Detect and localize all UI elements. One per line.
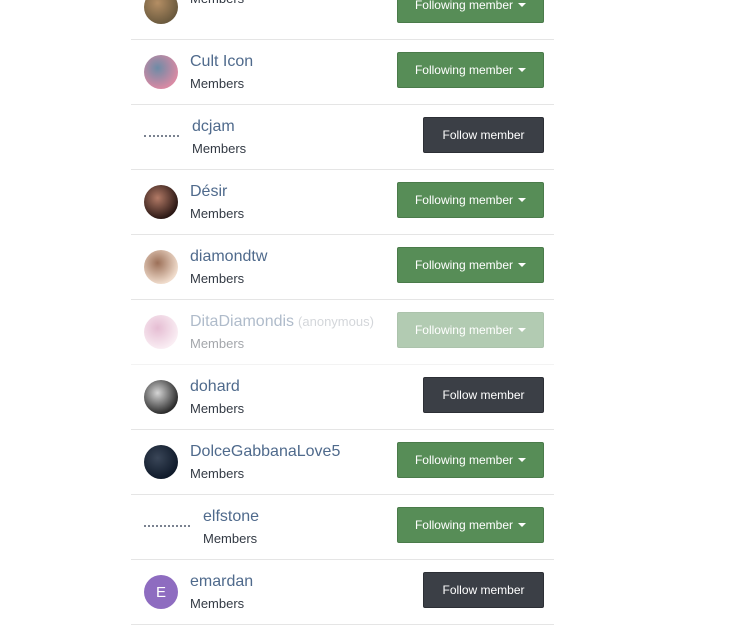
member-name-link[interactable]: elfstone [203,508,259,525]
member-name-link[interactable]: DolceGabbanaLove5 [190,443,340,460]
member-name-link[interactable]: DitaDiamondis [190,313,294,330]
member-info: DitaDiamondis (anonymous) Members [190,312,374,353]
following-member-button[interactable]: Following member [397,442,544,478]
button-label: Following member [414,193,514,207]
member-role: Members [203,531,258,546]
button-label: Following member [414,453,514,467]
button-label: Following member [414,63,514,77]
member-name-link[interactable]: dohard [190,378,240,395]
list-item: Désir Members Following member [131,170,554,235]
list-item: DolceGabbanaLove5 Members Following member [131,430,554,495]
caret-down-icon [518,68,527,72]
member-role: Members [190,466,245,481]
member-role: Members [190,76,245,91]
list-item: diamondtw Members Following member [131,235,554,300]
list-item: dcjam Members Follow member [131,105,554,170]
button-label: Following member [414,323,514,337]
button-label: Follow member [442,128,525,142]
list-item: Members Following member [131,0,554,40]
follow-member-button[interactable]: Follow member [423,117,544,153]
button-label: Following member [414,0,514,12]
caret-down-icon [518,328,527,332]
member-role: Members [190,336,245,351]
avatar[interactable] [144,135,179,139]
member-role: Members [192,141,247,156]
member-role: Members [190,0,244,8]
avatar[interactable] [144,55,178,89]
avatar[interactable] [144,250,178,284]
follow-member-button[interactable]: Follow member [423,572,544,608]
member-role: Members [190,401,245,416]
member-name-link[interactable]: dcjam [192,118,235,135]
member-name-line: elfstone [203,507,259,527]
list-item: dohard Members Follow member [131,365,554,430]
member-name-line: Désir [190,182,244,202]
avatar[interactable] [144,185,178,219]
caret-down-icon [518,523,527,527]
avatar[interactable] [144,0,178,24]
following-member-button[interactable]: Following member [397,507,544,543]
member-info: diamondtw Members [190,247,267,288]
avatar[interactable] [144,315,178,349]
member-list: Members Following member Cult Icon Members F… [131,0,554,625]
button-label: Following member [414,518,514,532]
member-name-line: DolceGabbanaLove5 [190,442,340,462]
member-info: emardan Members [190,572,253,613]
list-item: DitaDiamondis (anonymous) Members Following… [131,300,554,365]
following-member-button[interactable]: Following member [397,182,544,218]
caret-down-icon [518,458,527,462]
member-info: dohard Members [190,377,244,418]
member-name-line: DitaDiamondis (anonymous) [190,312,374,332]
list-item: elfstone Members Following member [131,495,554,560]
member-role: Members [190,206,245,221]
member-role: Members [190,271,245,286]
list-item: Eemardan Members Follow member [131,560,554,625]
button-label: Follow member [442,388,525,402]
member-name-line: Cult Icon [190,52,253,72]
button-label: Following member [414,258,514,272]
avatar[interactable] [144,445,178,479]
member-info: dcjam Members [192,117,246,158]
avatar[interactable] [144,380,178,414]
member-name-line: dcjam [192,117,246,137]
caret-down-icon [518,263,527,267]
button-label: Follow member [442,583,525,597]
member-info: DolceGabbanaLove5 Members [190,442,340,483]
anonymous-tag: (anonymous) [298,314,374,329]
member-name-line: diamondtw [190,247,267,267]
member-info: Désir Members [190,182,244,223]
list-item: Cult Icon Members Following member [131,40,554,105]
member-name-line: dohard [190,377,244,397]
member-name-link[interactable]: Cult Icon [190,53,253,70]
member-name-link[interactable]: diamondtw [190,248,267,265]
member-info: Members [190,0,244,8]
following-member-button[interactable]: Following member [397,312,544,348]
avatar[interactable] [144,525,190,529]
follow-member-button[interactable]: Follow member [423,377,544,413]
member-info: elfstone Members [203,507,259,548]
member-role: Members [190,596,245,611]
member-info: Cult Icon Members [190,52,253,93]
caret-down-icon [518,3,527,7]
member-name-link[interactable]: Désir [190,183,227,200]
member-name-line: emardan [190,572,253,592]
following-member-button[interactable]: Following member [397,0,544,23]
following-member-button[interactable]: Following member [397,247,544,283]
avatar[interactable]: E [144,575,178,609]
caret-down-icon [518,198,527,202]
following-member-button[interactable]: Following member [397,52,544,88]
